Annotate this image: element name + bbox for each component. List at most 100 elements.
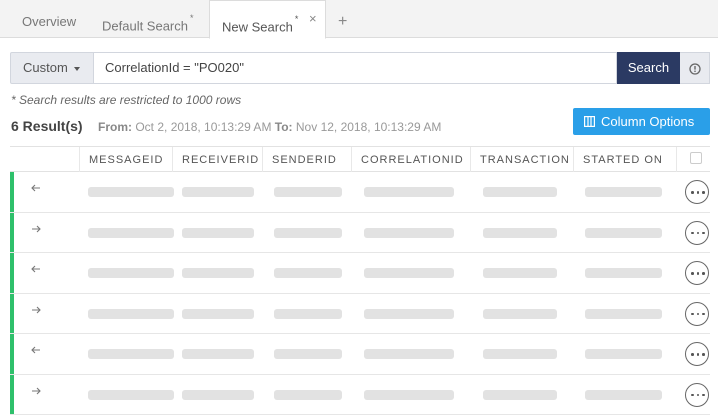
column-header-messageid[interactable]: MESSAGEID (79, 147, 172, 172)
more-actions-icon[interactable] (685, 342, 709, 366)
table-row[interactable] (10, 253, 710, 294)
modified-marker: * (294, 14, 299, 24)
date-range: From: Oct 2, 2018, 10:13:29 AM To: Nov 1… (98, 120, 441, 134)
close-icon[interactable]: × (309, 1, 317, 37)
add-tab-icon[interactable]: + (338, 0, 347, 44)
placeholder-cell (585, 308, 662, 319)
placeholder-cell (88, 349, 174, 359)
placeholder-cell (483, 308, 557, 319)
placeholder-cell (274, 389, 342, 400)
status-indicator (10, 212, 14, 252)
column-options-button[interactable]: Column Options (573, 108, 710, 135)
search-mode-dropdown[interactable]: Custom (10, 52, 94, 84)
placeholder-cell (274, 227, 342, 238)
help-button[interactable] (680, 52, 710, 84)
placeholder-cell (585, 187, 662, 197)
tab-label: Overview (22, 14, 77, 29)
placeholder-cell (88, 389, 174, 400)
column-header-receiverid[interactable]: RECEIVERID (172, 147, 262, 172)
arrow-right-icon (30, 386, 42, 396)
to-label: To: (274, 120, 293, 134)
tab-label: New Search (222, 19, 293, 35)
placeholder-cell (585, 349, 662, 359)
column-header-started-on[interactable]: STARTED ON (573, 147, 676, 172)
results-table: MESSAGEID RECEIVERID SENDERID CORRELATIO… (10, 146, 710, 415)
placeholder-cell (585, 389, 662, 400)
arrow-right-icon (30, 224, 42, 234)
tab-default-search[interactable]: Default Search* (102, 0, 194, 38)
row-limit-note: * Search results are restricted to 1000 … (11, 93, 242, 107)
from-value: Oct 2, 2018, 10:13:29 AM (135, 120, 272, 134)
table-row[interactable] (10, 374, 710, 415)
arrow-right-icon (30, 305, 42, 315)
placeholder-cell (364, 227, 454, 238)
placeholder-cell (88, 187, 174, 197)
columns-icon (584, 116, 595, 127)
status-indicator (10, 172, 14, 212)
status-indicator (10, 253, 14, 293)
placeholder-cell (274, 308, 342, 319)
placeholder-cell (364, 308, 454, 319)
more-actions-icon[interactable] (685, 382, 709, 407)
placeholder-cell (364, 187, 454, 197)
tab-label: Default Search (102, 18, 188, 34)
tab-bar: Overview Default Search* New Search* × + (0, 0, 718, 39)
info-icon (689, 63, 701, 75)
from-label: From: (98, 120, 132, 134)
status-indicator (10, 293, 14, 333)
table-row[interactable] (10, 293, 710, 334)
placeholder-cell (364, 268, 454, 278)
table-header: MESSAGEID RECEIVERID SENDERID CORRELATIO… (10, 146, 710, 172)
search-query-input[interactable]: CorrelationId = "PO020" (94, 52, 617, 84)
placeholder-cell (182, 308, 254, 319)
placeholder-cell (364, 389, 454, 400)
placeholder-cell (274, 268, 342, 278)
placeholder-cell (364, 349, 454, 359)
search-mode-label: Custom (23, 60, 68, 75)
tab-overview[interactable]: Overview (22, 0, 76, 38)
arrow-left-icon (30, 183, 42, 193)
placeholder-cell (182, 389, 254, 400)
placeholder-cell (182, 349, 254, 359)
placeholder-cell (483, 389, 557, 400)
placeholder-cell (483, 227, 557, 238)
placeholder-cell (483, 268, 557, 278)
search-button[interactable]: Search (617, 52, 680, 84)
placeholder-cell (483, 187, 557, 197)
placeholder-cell (182, 227, 254, 238)
to-value: Nov 12, 2018, 10:13:29 AM (295, 120, 442, 134)
more-actions-icon[interactable] (685, 220, 709, 245)
placeholder-cell (182, 268, 254, 278)
placeholder-cell (585, 227, 662, 238)
placeholder-cell (274, 187, 342, 197)
column-options-label: Column Options (601, 114, 695, 129)
column-header-senderid[interactable]: SENDERID (262, 147, 351, 172)
placeholder-cell (274, 349, 342, 359)
column-header-transaction[interactable]: TRANSACTION (470, 147, 573, 172)
placeholder-cell (483, 349, 557, 359)
caret-down-icon (74, 67, 80, 71)
placeholder-cell (88, 268, 174, 278)
status-indicator (10, 334, 14, 374)
placeholder-cell (88, 227, 174, 238)
placeholder-cell (585, 268, 662, 278)
status-indicator (10, 374, 14, 414)
header-spacer (10, 147, 20, 172)
placeholder-cell (88, 308, 174, 319)
table-row[interactable] (10, 172, 710, 213)
more-actions-icon[interactable] (685, 180, 709, 204)
result-count: 6 Result(s) (11, 118, 83, 134)
search-bar: Custom CorrelationId = "PO020" Search (10, 52, 710, 84)
placeholder-cell (182, 187, 254, 197)
column-header-correlationid[interactable]: CORRELATIONID (351, 147, 470, 172)
table-row[interactable] (10, 334, 710, 375)
arrow-left-icon (30, 345, 42, 355)
table-row[interactable] (10, 212, 710, 253)
arrow-left-icon (30, 264, 42, 274)
table-body (10, 172, 710, 415)
modified-marker: * (190, 13, 194, 23)
more-actions-icon[interactable] (685, 301, 709, 326)
tab-new-search[interactable]: New Search* × (209, 0, 326, 39)
more-actions-icon[interactable] (685, 261, 709, 285)
select-all-checkbox[interactable] (690, 152, 702, 164)
